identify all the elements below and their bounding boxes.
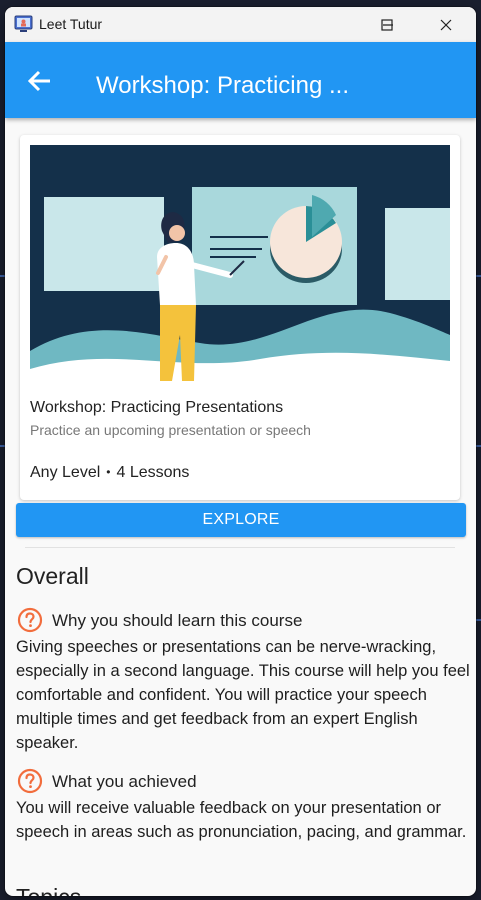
course-illustration <box>30 145 450 381</box>
divider <box>25 547 455 548</box>
page-title: Workshop: Practicing ... <box>96 72 349 99</box>
maximize-button[interactable] <box>359 7 415 42</box>
back-button[interactable] <box>25 66 55 96</box>
course-meta: Any Level • 4 Lessons <box>30 464 189 482</box>
close-icon <box>440 19 452 30</box>
app-window: Leet Tutur Workshop: Practicing ... Work… <box>5 7 476 896</box>
section-body-achieved: You will receive valuable feedback on yo… <box>16 799 467 841</box>
topics-heading: Topics <box>16 884 81 896</box>
course-subtitle: Practice an upcoming presentation or spe… <box>30 422 311 438</box>
course-card[interactable]: Workshop: Practicing Presentations Pract… <box>20 135 460 500</box>
scroll-content[interactable]: Workshop: Practicing Presentations Pract… <box>5 118 476 896</box>
explore-button[interactable]: EXPLORE <box>16 503 466 537</box>
app-bar: Workshop: Practicing ... <box>5 42 476 118</box>
section-body-why: Giving speeches or presentations can be … <box>16 638 470 752</box>
lesson-count: 4 Lessons <box>116 464 190 481</box>
meta-separator: • <box>106 465 111 479</box>
maximize-icon <box>381 18 393 31</box>
window-titlebar[interactable]: Leet Tutur <box>5 7 476 42</box>
overall-heading: Overall <box>16 563 89 589</box>
window-title: Leet Tutur <box>39 16 103 32</box>
close-button[interactable] <box>418 7 474 42</box>
course-title: Workshop: Practicing Presentations <box>30 399 284 416</box>
section-title-achieved: What you achieved <box>52 772 197 791</box>
app-logo-icon <box>14 15 33 32</box>
course-level: Any Level <box>30 464 101 481</box>
question-circle-icon <box>17 607 43 633</box>
arrow-left-icon <box>27 70 50 92</box>
section-title-why: Why you should learn this course <box>52 611 303 630</box>
question-circle-icon <box>17 768 43 794</box>
